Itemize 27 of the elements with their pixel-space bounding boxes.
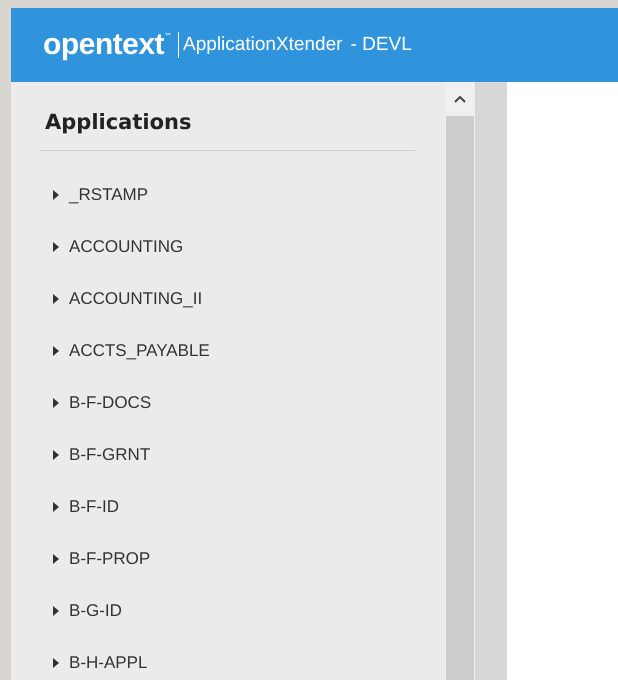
tree-item[interactable]: _RSTAMP — [53, 169, 415, 221]
tree-item[interactable]: B-F-DOCS — [53, 377, 415, 429]
expand-arrow-icon — [53, 450, 59, 460]
trademark: ™ — [164, 32, 172, 41]
divider — [178, 32, 180, 58]
tree-item[interactable]: B-F-PROP — [53, 533, 415, 585]
expand-arrow-icon — [53, 294, 59, 304]
tree-item[interactable]: ACCOUNTING — [53, 221, 415, 273]
expand-arrow-icon — [53, 502, 59, 512]
expand-arrow-icon — [53, 398, 59, 408]
tree-item[interactable]: ACCOUNTING_II — [53, 273, 415, 325]
expand-arrow-icon — [53, 606, 59, 616]
tree-item[interactable]: B-G-ID — [53, 585, 415, 637]
expand-arrow-icon — [53, 242, 59, 252]
expand-arrow-icon — [53, 190, 59, 200]
logo: opentext — [43, 28, 164, 62]
expand-arrow-icon — [53, 658, 59, 668]
expand-arrow-icon — [53, 346, 59, 356]
sidebar-title: Applications — [39, 82, 415, 151]
product-name: ApplicationXtender — [183, 34, 343, 56]
environment-label: - DEVL — [350, 34, 412, 56]
tree-item[interactable]: B-H-APPL — [53, 637, 415, 680]
tree-item[interactable]: B-F-GRNT — [53, 429, 415, 481]
tree-item[interactable]: ACCTS_PAYABLE — [53, 325, 415, 377]
tree-item[interactable]: B-F-ID — [53, 481, 415, 533]
expand-arrow-icon — [53, 554, 59, 564]
chevron-up-icon — [454, 95, 466, 103]
